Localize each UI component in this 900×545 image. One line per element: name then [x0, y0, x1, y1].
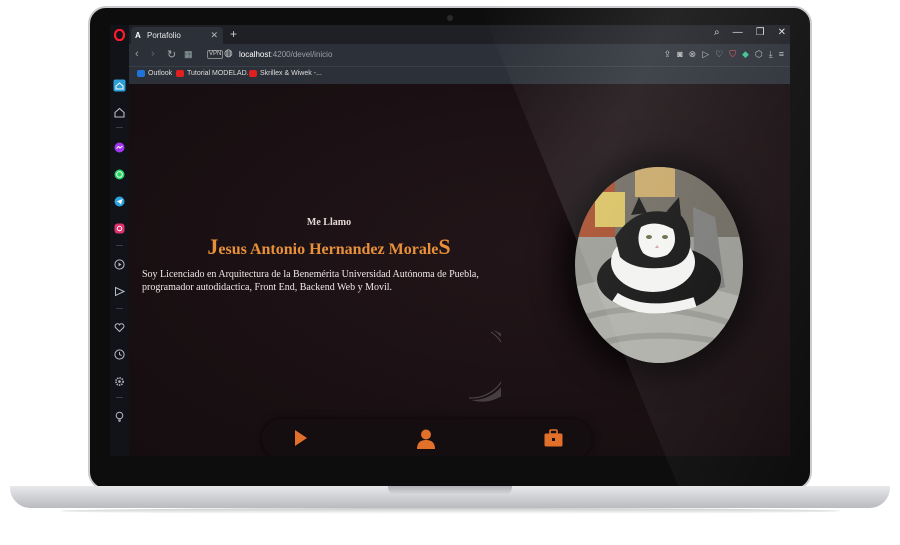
url-field[interactable]: localhost:4200/devel/inicio: [239, 50, 332, 59]
download-icon[interactable]: ⤓: [769, 49, 773, 60]
search-tabs-icon[interactable]: ⌕: [714, 27, 720, 38]
player-icon[interactable]: [113, 258, 126, 271]
extension-icon[interactable]: ◆: [742, 49, 749, 60]
reload-icon[interactable]: ↻: [167, 48, 176, 61]
crescent-moon-decoration: [468, 330, 501, 402]
settings-icon[interactable]: [113, 375, 126, 388]
share-icon[interactable]: ⇪: [664, 49, 672, 60]
camera: [447, 15, 453, 21]
tabs-grid-icon[interactable]: ▦: [184, 49, 193, 60]
menu-icon[interactable]: ≡: [779, 49, 784, 60]
globe-icon: ◍: [224, 48, 233, 59]
tab-bar: A Portafolio ✕ + ⌕ — ❐ ✕: [129, 25, 790, 44]
address-bar: ‹ › ↻ ▦ VPN ◍ localhost:4200/devel/inici…: [129, 44, 790, 66]
youtube-icon: [249, 70, 257, 77]
user-icon[interactable]: [417, 429, 435, 454]
cube-icon[interactable]: ⬡: [755, 49, 763, 60]
telegram-icon[interactable]: [113, 195, 126, 208]
adblock-icon[interactable]: ⛉: [729, 49, 736, 60]
profile-photo: [575, 167, 743, 363]
hero-name: Jesus Antonio Hernandez MoraleS: [207, 234, 451, 259]
lightbulb-icon[interactable]: [113, 410, 126, 423]
new-tab-button[interactable]: +: [230, 27, 237, 41]
heart-icon[interactable]: [113, 321, 126, 334]
bookmark-skrillex[interactable]: Skrillex & Wiwek -...: [249, 70, 322, 77]
tab-close-icon[interactable]: ✕: [210, 30, 218, 41]
close-window-icon[interactable]: ✕: [778, 27, 786, 38]
browser-sidebar: [110, 25, 129, 456]
bookmarks-bar: Outlook Tutorial MODELAD... Skrillex & W…: [129, 66, 790, 84]
bookmark-outlook[interactable]: Outlook: [137, 70, 172, 77]
greeting: Me Llamo: [306, 217, 352, 228]
history-icon[interactable]: [113, 348, 126, 361]
youtube-icon: [176, 70, 184, 77]
forward-icon[interactable]: ›: [151, 48, 155, 60]
vpn-badge[interactable]: VPN: [207, 50, 224, 59]
laptop-notch: [388, 486, 512, 495]
whatsapp-icon[interactable]: [113, 168, 126, 181]
briefcase-icon[interactable]: [544, 429, 563, 452]
back-icon[interactable]: ‹: [135, 48, 139, 60]
outlook-icon: [137, 70, 145, 77]
opera-logo-icon[interactable]: [113, 28, 126, 41]
page-content: Me Llamo Jesus Antonio Hernandez MoraleS…: [129, 84, 790, 456]
send-icon[interactable]: [113, 285, 126, 298]
bookmark-heart-icon[interactable]: ♡: [715, 49, 723, 60]
tab-portafolio[interactable]: A Portafolio ✕: [131, 27, 223, 44]
flow-icon[interactable]: ▷: [702, 49, 709, 60]
messenger-icon[interactable]: [113, 141, 126, 154]
angular-favicon-icon: A: [135, 31, 141, 40]
laptop-shadow: [60, 508, 840, 514]
shield-icon[interactable]: ⊗: [689, 49, 697, 60]
home-icon[interactable]: [113, 106, 126, 119]
play-icon[interactable]: [294, 429, 308, 452]
bookmark-tutorial[interactable]: Tutorial MODELAD...: [176, 70, 252, 77]
instagram-icon[interactable]: [113, 222, 126, 235]
window-controls: ⌕ — ❐ ✕: [714, 27, 786, 38]
restore-icon[interactable]: ❐: [756, 27, 765, 38]
tab-title: Portafolio: [147, 31, 181, 40]
minimize-icon[interactable]: —: [733, 27, 743, 38]
extensions-bar: ⇪ ◙ ⊗ ▷ ♡ ⛉ ◆ ⬡ ⤓ ≡: [664, 49, 784, 60]
screen: A Portafolio ✕ + ⌕ — ❐ ✕ ‹ › ↻ ▦ VPN ◍ l…: [110, 25, 790, 456]
home-panel-icon[interactable]: [113, 79, 126, 92]
bio-text: Soy Licenciado en Arquitectura de la Ben…: [142, 269, 479, 293]
bottom-nav: [262, 419, 592, 456]
camera-icon[interactable]: ◙: [677, 49, 682, 60]
